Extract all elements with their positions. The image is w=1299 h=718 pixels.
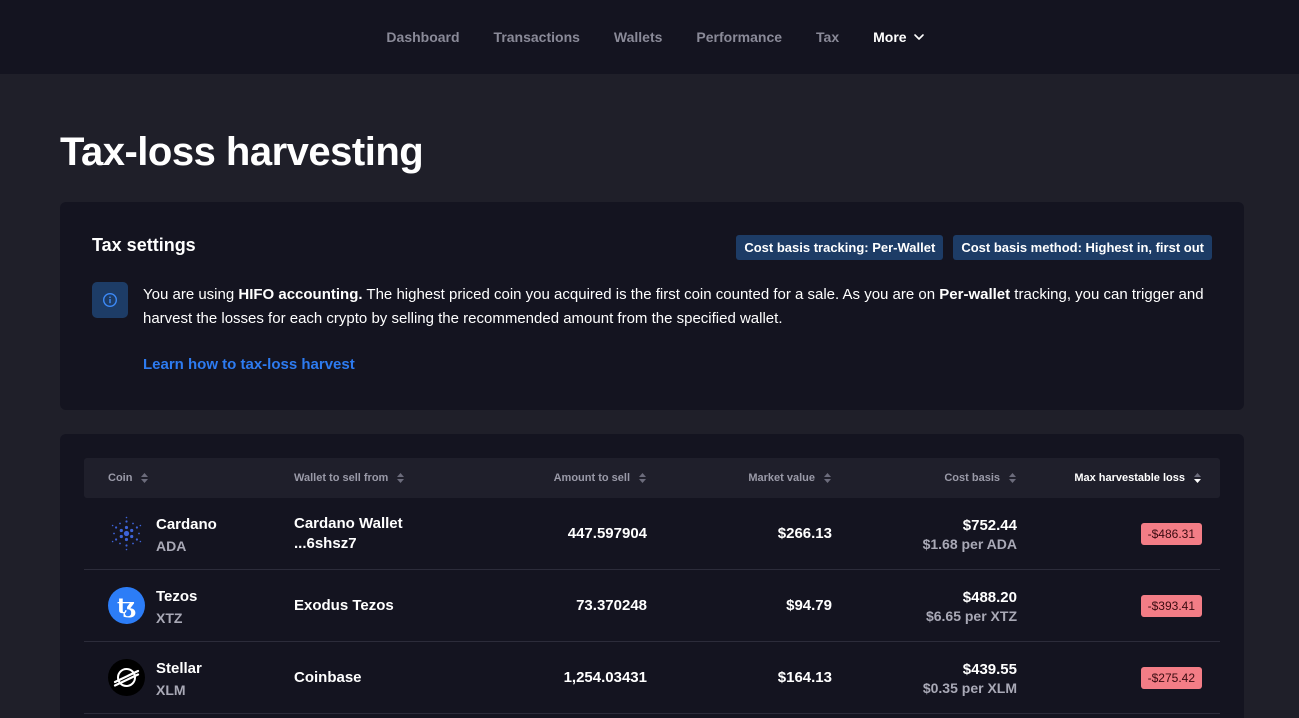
info-text-lead: You are using: [143, 286, 239, 303]
wallet-name: Exodus Tezos: [294, 596, 394, 616]
header-market-label: Market value: [748, 472, 815, 484]
info-text-hifo: HIFO accounting.: [238, 286, 363, 303]
sort-icon: [1009, 473, 1016, 483]
wallet-name: Coinbase: [294, 668, 362, 688]
header-amount[interactable]: Amount to sell: [554, 458, 647, 498]
coin-ticker: ADA: [156, 538, 187, 554]
header-wallet-label: Wallet to sell from: [294, 472, 389, 484]
chevron-down-icon: [913, 34, 924, 40]
cost-per-unit: $0.35 per XLM: [922, 680, 1017, 696]
amount-to-sell: 73.370248: [576, 597, 647, 614]
harvestable-loss-badge: -$393.41: [1140, 595, 1202, 617]
header-cost-basis[interactable]: Cost basis: [944, 458, 1017, 498]
harvestable-loss-badge: -$275.42: [1140, 667, 1202, 689]
page-title: Tax-loss harvesting: [60, 130, 424, 174]
stellar-icon: [108, 659, 145, 696]
table-row[interactable]: Stellar XLM Coinbase 1,254.03431 $164.13…: [84, 642, 1220, 714]
wallet-line-1: Cardano Wallet: [294, 515, 403, 532]
coin-name: Cardano: [156, 516, 217, 533]
sort-icon: [141, 473, 149, 483]
coin-name: Tezos: [156, 588, 198, 605]
market-value: $266.13: [777, 525, 832, 542]
hifo-info-text: You are using HIFO accounting. The highe…: [143, 283, 1223, 331]
header-max-harvestable-loss[interactable]: Max harvestable loss: [1074, 458, 1202, 498]
wallet-line-1: Exodus Tezos: [294, 597, 394, 614]
table-header: Coin Wallet to sell from Amount to sell …: [84, 458, 1220, 498]
settings-badges: Cost basis tracking: Per-Wallet Cost bas…: [736, 235, 1212, 260]
cost-basis: $488.20: [962, 589, 1017, 606]
tax-settings-title: Tax settings: [92, 235, 196, 255]
wallet-line-2: ...6shsz7: [294, 535, 357, 552]
sort-icon: [397, 473, 405, 483]
cost-basis: $752.44: [962, 517, 1017, 534]
table-row[interactable]: Cardano ADA Cardano Wallet ...6shsz7 447…: [84, 498, 1220, 570]
header-cost-label: Cost basis: [944, 472, 1000, 484]
nav-dashboard[interactable]: Dashboard: [369, 29, 476, 45]
coin-name: Stellar: [156, 660, 202, 677]
tezos-icon: ꜩ: [108, 587, 145, 624]
amount-to-sell: 447.597904: [567, 525, 647, 542]
learn-tax-loss-harvest-link[interactable]: Learn how to tax-loss harvest: [143, 356, 355, 373]
header-market-value[interactable]: Market value: [748, 458, 832, 498]
amount-to-sell: 1,254.03431: [563, 669, 647, 686]
market-value: $94.79: [786, 597, 832, 614]
info-text-per-wallet: Per-wallet: [939, 286, 1011, 303]
header-coin-label: Coin: [108, 472, 133, 484]
cost-basis-tracking-badge: Cost basis tracking: Per-Wallet: [736, 235, 944, 260]
nav-wallets[interactable]: Wallets: [597, 29, 680, 45]
svg-text:ꜩ: ꜩ: [117, 593, 136, 618]
coin-ticker: XLM: [156, 682, 186, 698]
nav-tax[interactable]: Tax: [799, 29, 856, 45]
tax-settings-card: Tax settings Cost basis tracking: Per-Wa…: [60, 202, 1244, 410]
harvest-table-card: Coin Wallet to sell from Amount to sell …: [60, 434, 1244, 718]
nav-more-label: More: [873, 29, 907, 45]
wallet-line-1: Coinbase: [294, 669, 362, 686]
cost-basis-method-badge: Cost basis method: Highest in, first out: [953, 235, 1212, 260]
cost-per-unit: $6.65 per XTZ: [925, 608, 1017, 624]
info-text-mid: The highest priced coin you acquired is …: [362, 286, 940, 303]
coin-ticker: XTZ: [156, 610, 183, 626]
harvestable-loss-badge: -$486.31: [1140, 523, 1202, 545]
header-wallet[interactable]: Wallet to sell from: [294, 458, 405, 498]
header-amount-label: Amount to sell: [553, 472, 630, 484]
cost-per-unit: $1.68 per ADA: [922, 536, 1017, 552]
header-coin[interactable]: Coin: [108, 458, 149, 498]
table-row[interactable]: ꜩ Tezos XTZ Exodus Tezos 73.370248 $94.7…: [84, 570, 1220, 642]
nav-more-dropdown[interactable]: More: [856, 29, 941, 45]
wallet-name: Cardano Wallet ...6shsz7: [294, 514, 403, 554]
nav-transactions[interactable]: Transactions: [477, 29, 597, 45]
sort-icon: [639, 473, 646, 483]
nav-performance[interactable]: Performance: [679, 29, 799, 45]
sort-descending-icon: [1194, 473, 1201, 483]
sort-icon: [824, 473, 831, 483]
info-icon-box: [92, 282, 128, 318]
header-loss-label: Max harvestable loss: [1074, 472, 1185, 484]
cardano-icon: [111, 516, 142, 551]
top-navigation: Dashboard Transactions Wallets Performan…: [0, 0, 1299, 74]
nav-list: Dashboard Transactions Wallets Performan…: [369, 29, 941, 45]
market-value: $164.13: [777, 669, 832, 686]
cost-basis: $439.55: [962, 661, 1017, 678]
info-icon: [102, 292, 118, 308]
